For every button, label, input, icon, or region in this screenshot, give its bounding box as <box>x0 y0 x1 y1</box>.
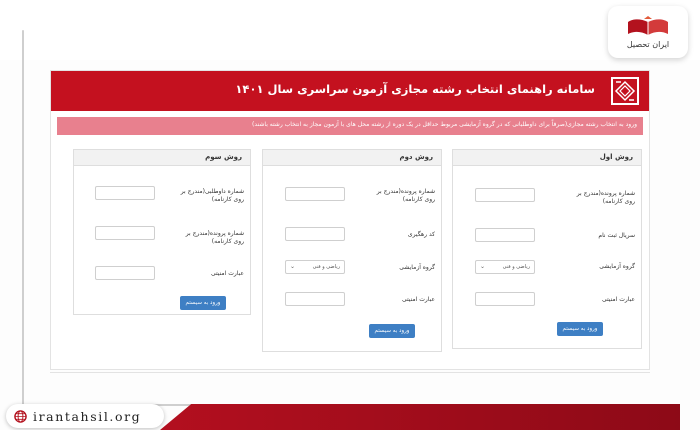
brand-name: ایران تحصیل <box>626 39 670 49</box>
file-number-input[interactable] <box>95 226 155 240</box>
bottom-red-band <box>160 404 680 430</box>
frame-line-left <box>22 30 24 406</box>
chevron-down-icon: ⌄ <box>480 263 486 270</box>
tracking-code-input[interactable] <box>285 227 345 241</box>
sanjesh-logo-icon <box>611 77 639 105</box>
card-title: روش دوم <box>399 153 433 161</box>
file-number-input[interactable] <box>285 187 345 201</box>
field-label: عبارت امنیتی <box>602 296 635 303</box>
method-third-card: روش سوم شماره داوطلبی(مندرج بر روی کارنا… <box>73 149 251 315</box>
field-label: شماره پرونده(مندرج بر روی کارنامه) <box>576 190 635 205</box>
field-label: سریال ثبت نام <box>598 232 635 239</box>
applicant-number-input[interactable] <box>95 186 155 200</box>
exam-group-select[interactable]: ریاضی و فنی ⌄ <box>475 260 535 274</box>
card-header: روش اول <box>453 150 641 166</box>
file-number-input[interactable] <box>475 188 535 202</box>
card-header: روش دوم <box>263 150 441 166</box>
field-label: شماره پرونده(مندرج بر روی کارنامه) <box>376 188 435 203</box>
field-label: گروه آزمایشی <box>599 263 635 270</box>
exam-group-value: ریاضی و فنی <box>502 264 530 270</box>
card-header: روش سوم <box>74 150 250 166</box>
site-url-badge[interactable]: irantahsil.org <box>6 404 164 428</box>
captcha-input[interactable] <box>475 292 535 306</box>
globe-icon <box>14 409 27 423</box>
notice-text: ورود به انتخاب رشته مجازی(صرفاً برای داو… <box>252 121 637 128</box>
notice-bar: ورود به انتخاب رشته مجازی(صرفاً برای داو… <box>57 117 643 135</box>
exam-group-select[interactable]: ریاضی و فنی ⌄ <box>285 260 345 274</box>
field-label: گروه آزمایشی <box>399 264 435 271</box>
field-label: عبارت امنیتی <box>211 270 244 277</box>
main-panel: سامانه راهنمای انتخاب رشته مجازی آزمون س… <box>50 70 650 370</box>
login-button[interactable]: ورود به سیستم <box>369 324 415 338</box>
field-label: شماره پرونده(مندرج بر روی کارنامه) <box>185 230 244 245</box>
book-logo-icon <box>628 15 668 35</box>
field-label: شماره داوطلبی(مندرج بر روی کارنامه) <box>180 188 244 203</box>
divider <box>50 372 650 373</box>
registration-serial-input[interactable] <box>475 228 535 242</box>
top-background <box>0 0 700 60</box>
field-label: کد رهگیری <box>407 231 435 238</box>
login-button[interactable]: ورود به سیستم <box>180 296 226 310</box>
chevron-down-icon: ⌄ <box>290 263 296 270</box>
page-title: سامانه راهنمای انتخاب رشته مجازی آزمون س… <box>235 82 595 96</box>
page-header: سامانه راهنمای انتخاب رشته مجازی آزمون س… <box>51 71 649 111</box>
exam-group-value: ریاضی و فنی <box>312 264 340 270</box>
card-title: روش سوم <box>205 153 242 161</box>
captcha-input[interactable] <box>285 292 345 306</box>
brand-logo-card: ایران تحصیل <box>608 6 688 58</box>
site-url: irantahsil.org <box>33 408 142 424</box>
login-button[interactable]: ورود به سیستم <box>557 322 603 336</box>
captcha-input[interactable] <box>95 266 155 280</box>
method-second-card: روش دوم شماره پرونده(مندرج بر روی کارنام… <box>262 149 442 352</box>
card-title: روش اول <box>599 153 633 161</box>
field-label: عبارت امنیتی <box>402 296 435 303</box>
method-first-card: روش اول شماره پرونده(مندرج بر روی کارنام… <box>452 149 642 349</box>
